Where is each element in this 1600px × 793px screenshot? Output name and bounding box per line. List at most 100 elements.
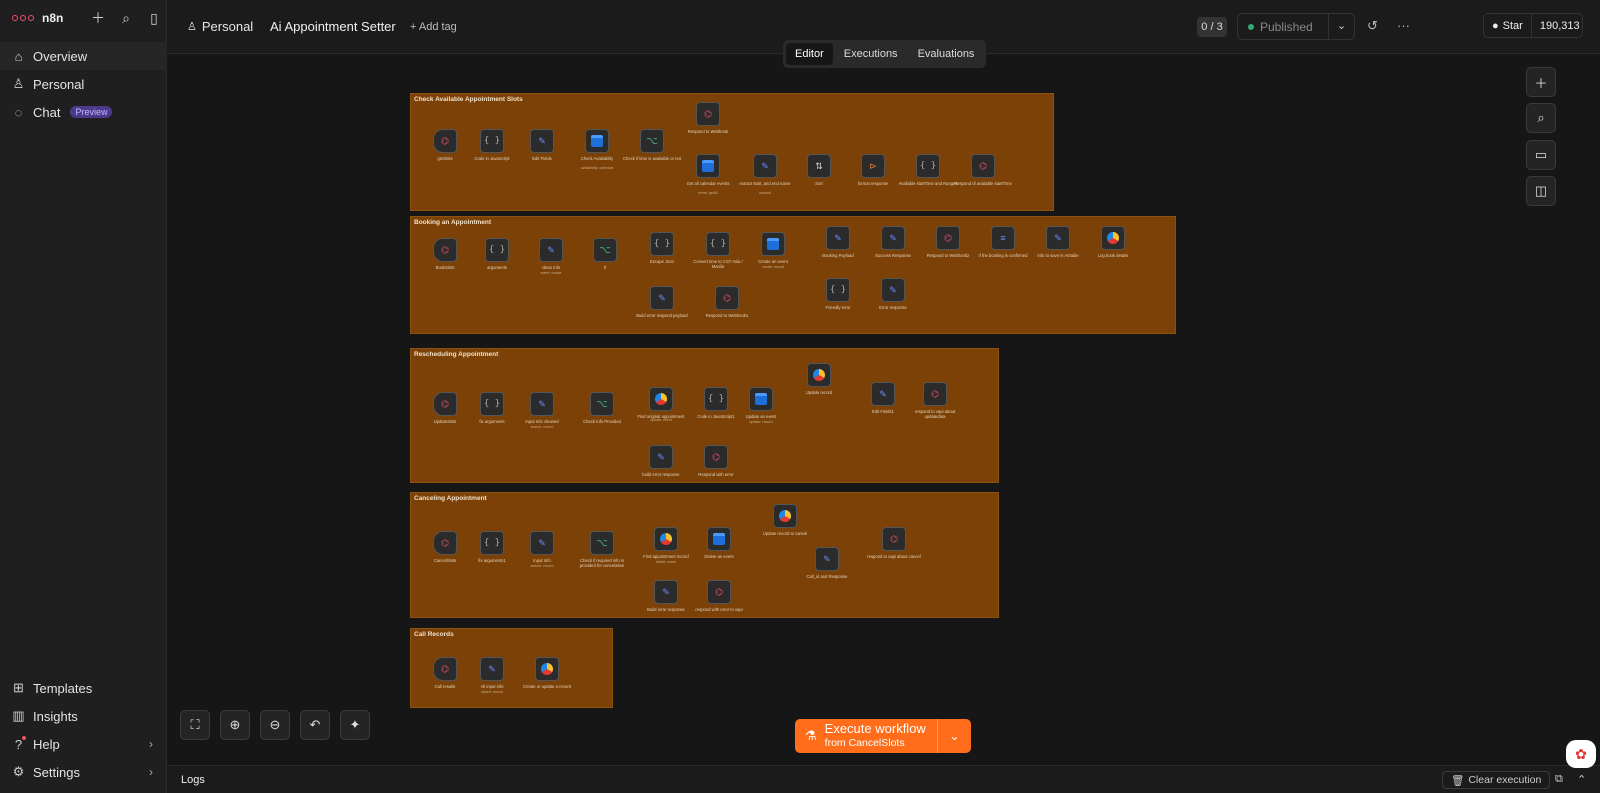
workflow-node[interactable]: ⊳ bbox=[861, 154, 885, 178]
brand[interactable]: n8n bbox=[12, 10, 63, 26]
tab-executions[interactable]: Executions bbox=[835, 43, 907, 65]
workflow-node[interactable]: { } bbox=[480, 392, 504, 416]
workflow-node[interactable]: ✎ bbox=[650, 286, 674, 310]
workflow-node[interactable]: ✎ bbox=[871, 382, 895, 406]
execute-workflow-button[interactable]: ⚗ Execute workflow from CancelSlots bbox=[795, 719, 937, 753]
workflow-node[interactable]: ✎ bbox=[1046, 226, 1070, 250]
workflow-node[interactable] bbox=[761, 232, 785, 256]
workflow-node[interactable]: ⌬ bbox=[433, 657, 457, 681]
workflow-node[interactable]: { } bbox=[706, 232, 730, 256]
workflow-node[interactable]: ✎ bbox=[530, 392, 554, 416]
undo-button[interactable]: ↶ bbox=[300, 710, 330, 740]
workflow-node[interactable]: ✎ bbox=[654, 580, 678, 604]
workflow-node[interactable] bbox=[749, 387, 773, 411]
workflow-node[interactable] bbox=[696, 154, 720, 178]
workflow-title[interactable]: Ai Appointment Setter bbox=[270, 19, 396, 34]
workflow-node[interactable]: ⌥ bbox=[590, 531, 614, 555]
tab-editor[interactable]: Editor bbox=[786, 43, 833, 65]
workflow-node[interactable] bbox=[1101, 226, 1125, 250]
workflow-node[interactable]: ⌬ bbox=[882, 527, 906, 551]
sidebar-item-overview[interactable]: ⌂ Overview bbox=[0, 42, 167, 70]
workflow-node[interactable]: ✎ bbox=[881, 226, 905, 250]
workflow-node[interactable]: ⌬ bbox=[433, 238, 457, 262]
flask-icon: ⚗ bbox=[805, 728, 817, 743]
workflow-node[interactable]: { } bbox=[704, 387, 728, 411]
workflow-node[interactable]: ⌬ bbox=[433, 531, 457, 555]
workflow-node[interactable]: ⌬ bbox=[707, 580, 731, 604]
status-dot bbox=[1248, 23, 1254, 30]
github-star-button[interactable]: ● Star bbox=[1484, 14, 1532, 37]
workflow-node[interactable]: ✎ bbox=[753, 154, 777, 178]
workflow-node[interactable] bbox=[649, 387, 673, 411]
workflow-node[interactable]: ⌬ bbox=[923, 382, 947, 406]
workflow-node[interactable] bbox=[585, 129, 609, 153]
workflow-node[interactable]: { } bbox=[916, 154, 940, 178]
sidebar: n8n ＋ ⌕ ▯ ⌂ Overview ♙ Personal ◌ Chat P… bbox=[0, 0, 167, 793]
panel-toggle-button[interactable]: ◫ bbox=[1526, 176, 1556, 206]
workflow-node[interactable]: ⇅ bbox=[807, 154, 831, 178]
logs-bar[interactable]: Logs 🗑 Clear execution ⧉ ⌃ bbox=[167, 765, 1600, 793]
breadcrumb-project[interactable]: ♙ Personal bbox=[187, 19, 253, 34]
workflow-node[interactable]: { } bbox=[650, 232, 674, 256]
workflow-node[interactable]: { } bbox=[485, 238, 509, 262]
tab-evaluations[interactable]: Evaluations bbox=[909, 43, 984, 65]
tidy-up-button[interactable]: ✦ bbox=[340, 710, 370, 740]
workflow-node[interactable] bbox=[535, 657, 559, 681]
plus-icon[interactable]: ＋ bbox=[90, 10, 106, 26]
workflow-node[interactable]: ✎ bbox=[539, 238, 563, 262]
workflow-node[interactable]: ⌬ bbox=[704, 445, 728, 469]
github-star-widget[interactable]: ● Star 190,313 bbox=[1483, 13, 1583, 38]
workflow-node[interactable]: ⌬ bbox=[715, 286, 739, 310]
workflow-node[interactable]: { } bbox=[480, 129, 504, 153]
sticky-note-button[interactable]: ▭ bbox=[1526, 140, 1556, 170]
add-tag-button[interactable]: + Add tag bbox=[410, 21, 457, 33]
workflow-node[interactable]: ⌬ bbox=[936, 226, 960, 250]
node-label: clean Info bbox=[541, 265, 561, 270]
panel-icon: ◫ bbox=[1534, 183, 1548, 198]
assistant-bubble[interactable]: ✿ bbox=[1566, 740, 1596, 768]
zoom-to-fit-button[interactable]: ⛶ bbox=[180, 710, 210, 740]
workflow-node[interactable]: ⌥ bbox=[640, 129, 664, 153]
add-node-button[interactable]: ＋ bbox=[1526, 67, 1556, 97]
workflow-node[interactable]: ✎ bbox=[480, 657, 504, 681]
workflow-node[interactable] bbox=[773, 504, 797, 528]
sidebar-item-personal[interactable]: ♙ Personal bbox=[0, 70, 167, 98]
workflow-node[interactable]: ⌥ bbox=[593, 238, 617, 262]
search-nodes-button[interactable]: ⌕ bbox=[1526, 103, 1556, 133]
zoom-in-button[interactable]: ⊕ bbox=[220, 710, 250, 740]
sidebar-item-chat[interactable]: ◌ Chat Preview bbox=[0, 98, 167, 126]
workflow-node[interactable]: ✎ bbox=[649, 445, 673, 469]
workflow-node[interactable]: ✎ bbox=[815, 547, 839, 571]
zoom-out-button[interactable]: ⊖ bbox=[260, 710, 290, 740]
workflow-node[interactable]: ⌬ bbox=[433, 129, 457, 153]
sidebar-item-templates[interactable]: ⊞ Templates bbox=[0, 674, 167, 702]
clear-execution-button[interactable]: 🗑 Clear execution bbox=[1442, 771, 1551, 789]
chevron-down-icon[interactable]: ⌄ bbox=[1328, 14, 1354, 39]
workflow-node[interactable] bbox=[807, 363, 831, 387]
workflow-node[interactable]: ⌥ bbox=[590, 392, 614, 416]
workflow-node[interactable]: ⌬ bbox=[971, 154, 995, 178]
workflow-node[interactable]: ≡ bbox=[991, 226, 1015, 250]
chevron-up-icon[interactable]: ⌃ bbox=[1577, 773, 1586, 786]
workflow-node[interactable]: ⌬ bbox=[433, 392, 457, 416]
more-icon[interactable]: ··· bbox=[1397, 18, 1410, 33]
workflow-node[interactable]: { } bbox=[480, 531, 504, 555]
workflow-node[interactable]: ⌬ bbox=[696, 102, 720, 126]
published-button[interactable]: Published bbox=[1238, 14, 1328, 39]
sidebar-item-help[interactable]: ? Help › bbox=[0, 730, 167, 758]
sidebar-item-insights[interactable]: ▥ Insights bbox=[0, 702, 167, 730]
workflow-node[interactable]: ✎ bbox=[530, 129, 554, 153]
history-icon[interactable]: ↺ bbox=[1367, 18, 1378, 34]
popout-icon[interactable]: ⧉ bbox=[1555, 773, 1563, 786]
workflow-node[interactable] bbox=[707, 527, 731, 551]
workflow-node[interactable]: ✎ bbox=[826, 226, 850, 250]
workflow-node[interactable]: { } bbox=[826, 278, 850, 302]
sidebar-item-settings[interactable]: ⚙ Settings › bbox=[0, 758, 167, 786]
chevron-down-icon[interactable]: ⌄ bbox=[937, 719, 971, 753]
workflow-node[interactable]: ✎ bbox=[530, 531, 554, 555]
workflow-node[interactable] bbox=[654, 527, 678, 551]
sidebar-toggle-icon[interactable]: ▯ bbox=[146, 10, 162, 26]
workflow-node[interactable]: ✎ bbox=[881, 278, 905, 302]
search-icon[interactable]: ⌕ bbox=[118, 10, 134, 26]
workflow-canvas[interactable]: Check Available Appointment Slots Booking… bbox=[167, 54, 1600, 765]
